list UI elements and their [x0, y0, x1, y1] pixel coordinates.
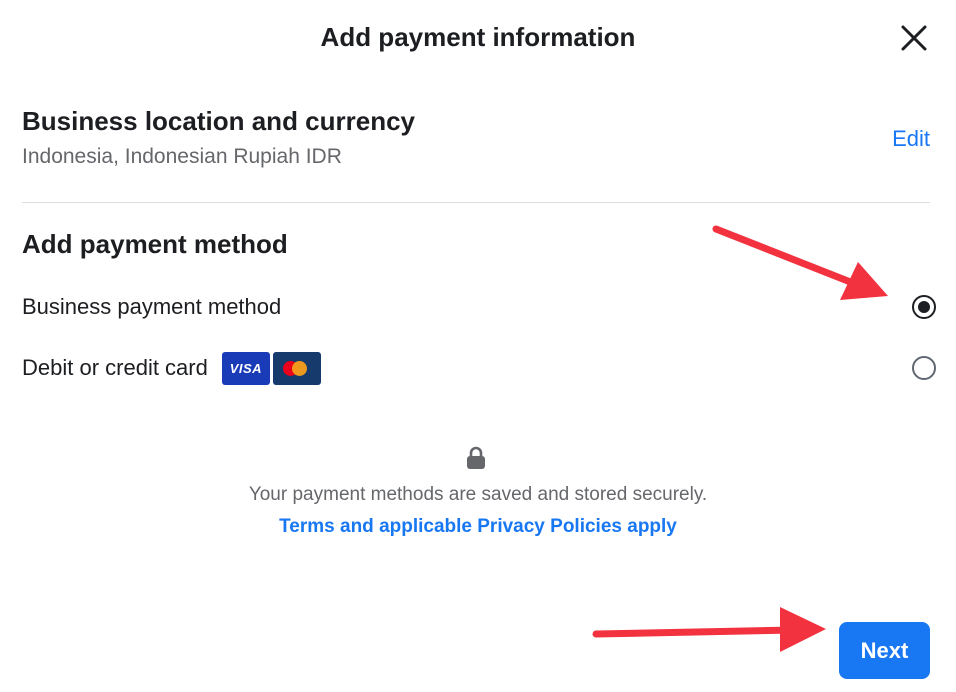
- annotation-arrows: [592, 225, 888, 652]
- close-button[interactable]: [896, 20, 932, 56]
- annotation-arrow-next: [592, 607, 826, 652]
- business-location-value: Indonesia, Indonesian Rupiah IDR: [22, 145, 342, 168]
- payment-dialog: Add payment information Business locatio…: [0, 0, 956, 692]
- option-label: Debit or credit card: [22, 355, 208, 380]
- security-message: Your payment methods are saved and store…: [248, 484, 708, 505]
- next-button[interactable]: Next: [839, 622, 930, 679]
- visa-logo: VISA: [221, 351, 270, 385]
- lock-icon: [466, 446, 486, 475]
- section-divider: [22, 202, 930, 203]
- card-logos: VISA: [221, 351, 321, 385]
- edit-location-link[interactable]: Edit: [892, 126, 930, 152]
- option-label: Business payment method: [22, 294, 282, 319]
- payment-method-heading: Add payment method: [22, 229, 288, 259]
- radio-debit-credit-card[interactable]: [912, 356, 936, 380]
- radio-business-payment-method[interactable]: [912, 295, 936, 319]
- close-icon: [901, 25, 927, 51]
- option-business-payment-method[interactable]: Business payment method: [22, 287, 936, 327]
- dialog-title: Add payment information: [320, 22, 636, 52]
- mastercard-logo: [272, 351, 321, 385]
- terms-privacy-link[interactable]: Terms and applicable Privacy Policies ap…: [0, 516, 956, 538]
- business-location-heading: Business location and currency: [22, 106, 416, 136]
- option-debit-credit-card[interactable]: Debit or credit card VISA: [22, 348, 936, 388]
